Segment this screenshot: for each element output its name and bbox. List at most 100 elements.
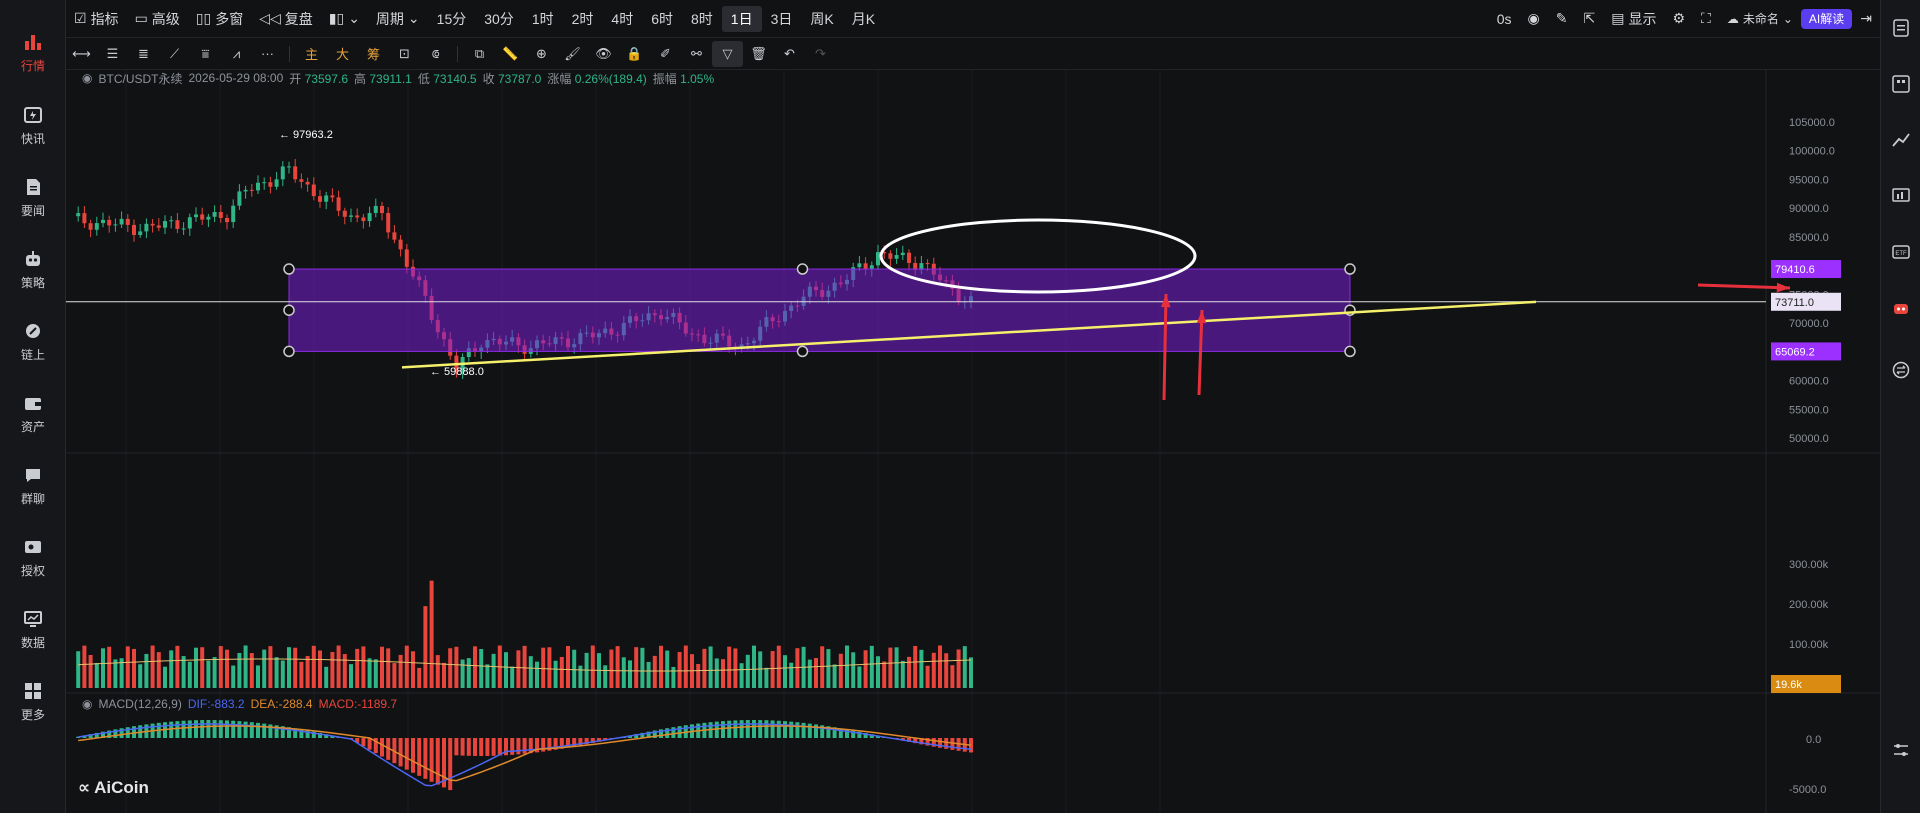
timeframe-tab[interactable]: 1时 (523, 6, 563, 32)
multi-window-button[interactable]: ▯▯ 多窗 (188, 6, 251, 32)
collapse-icon[interactable]: ⇥ (1852, 6, 1880, 32)
volume-bar (206, 660, 211, 688)
layout-dropdown[interactable]: ☁ 未命名 ⌄ (1719, 6, 1801, 32)
more-tools-icon[interactable]: ··· (252, 41, 283, 67)
pen-icon[interactable]: ✎ (1548, 6, 1576, 32)
magnet-icon[interactable]: ⊡ (389, 41, 420, 67)
sidebar-item-auth[interactable]: 授权 (0, 527, 66, 587)
candle-body (293, 166, 298, 180)
candle-body (268, 182, 273, 187)
volume-bar (528, 656, 533, 688)
timeframe-tab[interactable]: 6时 (642, 6, 682, 32)
redo-icon[interactable]: ↷ (805, 41, 836, 67)
layout-icon[interactable] (1889, 72, 1913, 96)
robot-icon[interactable] (1889, 296, 1913, 320)
ai-analysis-button[interactable]: AI解读 (1800, 8, 1853, 29)
sidebar-item-data[interactable]: 数据 (0, 599, 66, 659)
open-label: 开 (289, 71, 302, 86)
volume-bar (299, 661, 304, 688)
volume-bar (194, 647, 198, 688)
robot-icon (22, 248, 44, 270)
volume-bar (163, 666, 167, 688)
volume-bar (609, 649, 614, 688)
camera-icon[interactable]: ◉ (1520, 6, 1548, 32)
lock-icon[interactable]: 🔒 (619, 41, 650, 67)
candle-body (342, 210, 347, 217)
indicator-button[interactable]: ☑ 指标 (66, 6, 127, 32)
sidebar-item-strategy[interactable]: 策略 (0, 239, 66, 299)
settings-sliders-icon[interactable] (1889, 738, 1913, 762)
display-icon: ▤ (1611, 10, 1625, 26)
volume-bar (522, 645, 527, 688)
ruler-icon[interactable]: 📏 (495, 41, 526, 67)
trash-icon[interactable]: 🗑 (743, 41, 774, 67)
candle-body (404, 249, 409, 267)
sidebar-label: 授权 (20, 563, 45, 578)
candle-type-icon: ▮▯ (328, 10, 345, 26)
timeframe-tab[interactable]: 8时 (682, 6, 722, 32)
etf-icon[interactable]: ETF (1889, 240, 1913, 264)
volume-bar (82, 645, 87, 688)
sidebar-item-onchain[interactable]: 链上 (0, 311, 66, 371)
exchange-icon[interactable] (1889, 358, 1913, 382)
macd-tick: 0.0 (1806, 734, 1821, 746)
volume-bar (714, 658, 719, 688)
volume-bar (435, 655, 440, 688)
brush-icon[interactable]: 🖌 (557, 41, 588, 67)
zoom-icon[interactable]: ⊕ (526, 41, 557, 67)
measure-icon[interactable]: ⟃ (420, 41, 451, 67)
sidebar-item-news[interactable]: 要闻 (0, 167, 66, 227)
eye-icon[interactable]: ◉ (82, 697, 92, 711)
big-chart-icon[interactable]: 大 (327, 41, 358, 67)
price-range-box (288, 268, 1351, 352)
chip-icon[interactable]: 筹 (358, 41, 389, 67)
segment-tool-icon[interactable]: ⟷ (66, 41, 97, 67)
volume-bar (783, 655, 787, 688)
timeframe-tab[interactable]: 1日 (721, 5, 762, 32)
edit-icon[interactable]: ✐ (650, 41, 681, 67)
sidebar-item-assets[interactable]: 资产 (0, 383, 66, 443)
undo-icon[interactable]: ↶ (774, 41, 805, 67)
macd-bar (770, 720, 775, 738)
horizontal-lines-icon[interactable]: ☰ (97, 41, 128, 67)
volume-bar (820, 646, 825, 688)
eye-icon[interactable]: 👁 (588, 41, 619, 67)
timeframe-tab[interactable]: 30分 (475, 6, 523, 32)
sidebar-item-flash[interactable]: 快讯 (0, 95, 66, 155)
volume-bar (795, 648, 800, 688)
pattern-tool-icon[interactable]: ⩘ (221, 41, 252, 67)
document-icon[interactable] (1889, 16, 1913, 40)
monitor-icon[interactable] (1889, 184, 1913, 208)
fib-tool-icon[interactable]: ⩸ (190, 41, 221, 67)
sidebar-item-chat[interactable]: 群聊 (0, 455, 66, 515)
timeframe-tab[interactable]: 2时 (563, 6, 603, 32)
settings-icon[interactable]: ⚙ (1664, 6, 1693, 32)
sidebar-item-more[interactable]: 更多 (0, 671, 66, 731)
timeframe-tab[interactable]: 4时 (602, 6, 642, 32)
period-dropdown[interactable]: 周期 ⌄ (368, 6, 428, 32)
export-icon[interactable]: ⇱ (1576, 6, 1604, 32)
link-icon[interactable]: ⚯ (681, 41, 712, 67)
timeframe-tab[interactable]: 月K (843, 6, 884, 32)
copy-icon[interactable]: ⧉ (464, 41, 495, 67)
timeframe-tab[interactable]: 15分 (428, 6, 476, 32)
sidebar-item-market[interactable]: 行情 (0, 22, 66, 82)
trend-line-icon[interactable]: ⟋ (159, 41, 190, 67)
parallel-channel-icon[interactable]: ≣ (128, 41, 159, 67)
advanced-button[interactable]: ▭ 高级 (127, 6, 188, 32)
replay-button[interactable]: ◁◁ 复盘 (251, 6, 321, 32)
filter-icon[interactable]: ▽ (712, 40, 743, 67)
price-tick: 85000.0 (1789, 232, 1829, 244)
macd-value: MACD:-1189.7 (318, 697, 398, 711)
main-chart-icon[interactable]: 主 (296, 41, 327, 67)
eye-icon[interactable]: ◉ (82, 71, 92, 85)
display-button[interactable]: ▤ 显示 (1603, 6, 1664, 32)
trend-icon[interactable] (1889, 128, 1913, 152)
chart-type-button[interactable]: ▮▯ ⌄ (321, 6, 368, 32)
timeframe-tab[interactable]: 3日 (762, 6, 802, 32)
drawing-toolbar: ⟷ ☰ ≣ ⟋ ⩸ ⩘ ··· 主 大 筹 ⊡ ⟃ ⧉ 📏 ⊕ 🖌 👁 🔒 ✐ … (66, 38, 1880, 70)
fullscreen-icon[interactable]: ⛶ (1693, 6, 1719, 32)
advanced-icon: ▭ (134, 10, 148, 26)
timeframe-tab[interactable]: 周K (801, 6, 842, 32)
box-handle (1344, 263, 1356, 275)
